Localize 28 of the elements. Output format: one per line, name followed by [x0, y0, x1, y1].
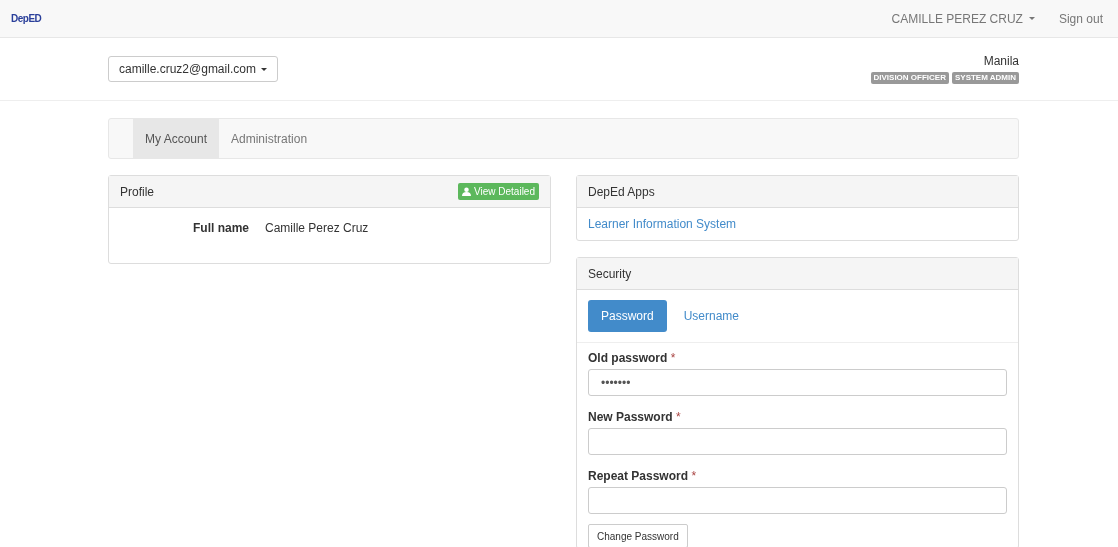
- field-label: New Password *: [588, 410, 682, 424]
- password-field[interactable]: •••••••: [588, 369, 1007, 396]
- security-tab[interactable]: Password: [588, 300, 667, 332]
- password-field[interactable]: [588, 487, 1007, 514]
- user-menu[interactable]: CAMILLE PEREZ CRUZ: [879, 11, 1047, 26]
- caret-icon: [1028, 17, 1035, 20]
- role-badge: DIVISION OFFICER: [870, 72, 949, 84]
- panel-title: Security: [588, 266, 632, 281]
- field-label: Full name: [192, 221, 249, 235]
- change-password-button[interactable]: Change Password: [588, 524, 688, 547]
- logo[interactable]: DepED: [11, 13, 42, 24]
- user-icon: [462, 187, 472, 196]
- sign-out-link[interactable]: Sign out: [1046, 11, 1115, 26]
- field-label: Repeat Password *: [588, 469, 698, 483]
- field-value: Camille Perez Cruz: [265, 221, 369, 235]
- account-dropdown[interactable]: camille.cruz2@gmail.com: [108, 56, 278, 82]
- caret-icon: [260, 67, 267, 71]
- location-text: Manila: [983, 54, 1019, 68]
- nav-tab[interactable]: Administration: [219, 119, 320, 158]
- view-detailed-button[interactable]: View Detailed: [458, 183, 539, 200]
- role-badge: SYSTEM ADMIN: [951, 72, 1019, 84]
- app-link[interactable]: Learner Information System: [588, 217, 737, 231]
- security-tab[interactable]: Username: [670, 300, 753, 332]
- field-label: Old password *: [588, 351, 677, 365]
- panel-title: DepEd Apps: [588, 184, 655, 199]
- password-field[interactable]: [588, 428, 1007, 455]
- panel-title: Profile: [120, 184, 154, 199]
- nav-tab[interactable]: My Account: [133, 119, 220, 158]
